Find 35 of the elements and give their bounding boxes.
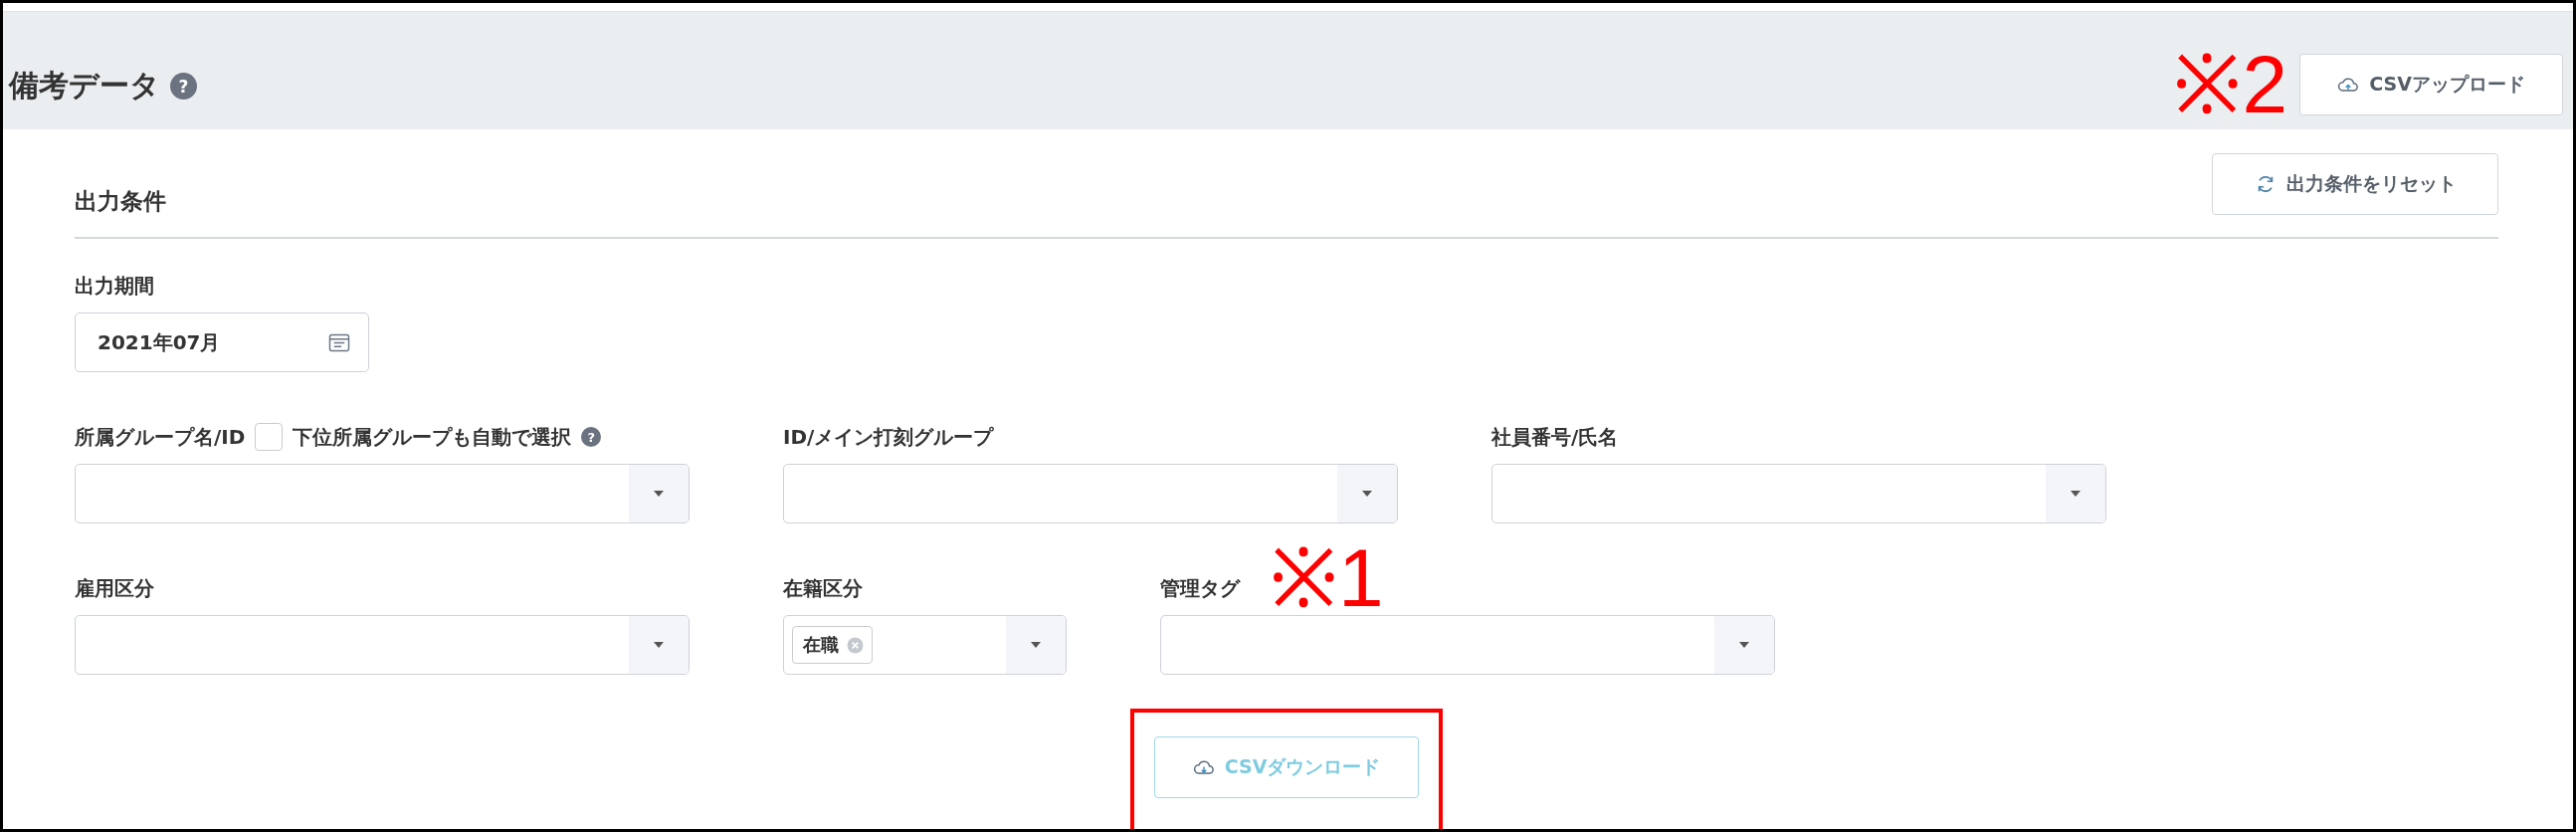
field-label: 出力期間 — [75, 272, 154, 300]
caret-icon — [654, 491, 664, 497]
remove-icon[interactable] — [847, 636, 864, 654]
select-field[interactable] — [1160, 615, 1775, 675]
field-label: 雇用区分 — [75, 574, 154, 602]
field-label: 在籍区分 — [783, 574, 863, 602]
calendar-icon — [328, 332, 350, 352]
caret-icon — [1031, 642, 1041, 648]
caret-icon — [2071, 491, 2081, 497]
date-field[interactable]: 2021年07月 — [75, 312, 369, 372]
page-title: 備考データ — [9, 67, 160, 104]
section-title: 出力条件 — [75, 187, 166, 216]
select-field[interactable]: 在職 — [783, 615, 1067, 675]
help-icon[interactable]: ? — [581, 427, 602, 447]
field-label: 管理タグ — [1160, 574, 1240, 602]
cloud-download-icon — [1192, 758, 1215, 776]
annotation-mark: ※1 — [1270, 537, 1384, 619]
reset-button[interactable]: 出力条件をリセット — [2212, 153, 2498, 215]
select-field[interactable] — [75, 615, 690, 675]
help-icon[interactable]: ? — [170, 73, 197, 100]
field-label: 社員番号/氏名 — [1491, 423, 1619, 451]
caret-icon — [1739, 642, 1749, 648]
annotation-mark: ※2 — [2173, 44, 2287, 125]
checkbox-label[interactable]: 下位所属グループも自動で選択 — [293, 423, 572, 451]
checkbox[interactable] — [255, 423, 284, 451]
csv-upload-button[interactable]: CSVアップロード — [2299, 54, 2563, 115]
select-field[interactable] — [75, 464, 690, 523]
caret-icon — [1362, 491, 1372, 497]
cloud-upload-icon — [2337, 76, 2360, 94]
field-label: ID/メイン打刻グループ — [783, 423, 994, 451]
select-field[interactable] — [783, 464, 1398, 523]
caret-icon — [654, 642, 664, 648]
select-field[interactable] — [1491, 464, 2106, 523]
tag-chip: 在職 — [792, 626, 873, 664]
field-label: 所属グループ名/ID — [75, 423, 246, 451]
